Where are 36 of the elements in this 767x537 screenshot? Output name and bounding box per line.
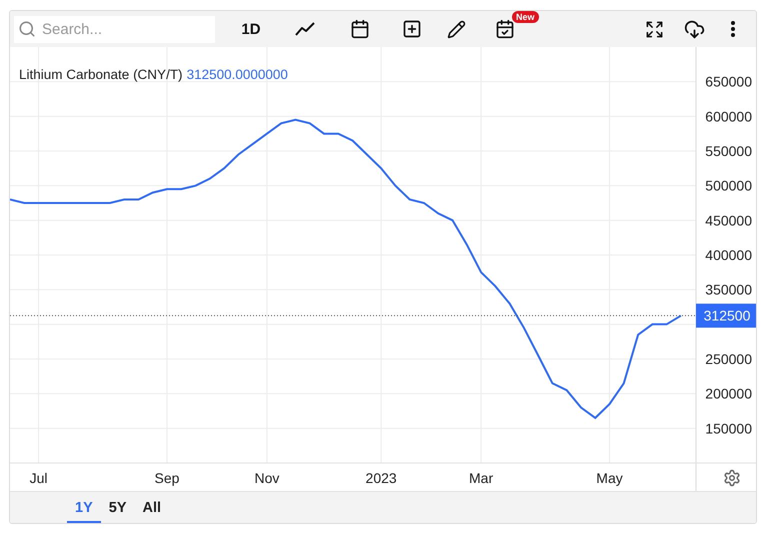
y-axis-label: 350000 bbox=[705, 282, 752, 298]
cloud-download-icon bbox=[684, 18, 704, 40]
y-axis-label: 250000 bbox=[705, 351, 752, 367]
y-axis-label: 400000 bbox=[705, 247, 752, 263]
search-box[interactable]: Search... bbox=[14, 16, 215, 42]
y-axis-label: 550000 bbox=[705, 143, 752, 159]
x-axis-label: 2023 bbox=[366, 470, 397, 486]
new-badge: New bbox=[512, 11, 539, 23]
y-axis-label: 200000 bbox=[705, 386, 752, 402]
y-axis-label: 500000 bbox=[705, 178, 752, 194]
line-chart-icon bbox=[295, 22, 315, 36]
chart-title: Lithium Carbonate (CNY/T) 312500.0000000 bbox=[19, 67, 288, 82]
y-axis-label: 650000 bbox=[705, 74, 752, 90]
more-icon bbox=[731, 21, 735, 37]
calendar-check-icon bbox=[495, 19, 515, 39]
search-icon bbox=[18, 20, 36, 38]
y-axis-label: 150000 bbox=[705, 420, 752, 436]
x-axis-label: Nov bbox=[254, 470, 280, 486]
x-axis-label: May bbox=[596, 470, 623, 486]
settings-icon bbox=[723, 469, 741, 487]
plus-square-icon bbox=[402, 19, 422, 39]
price-tag: 312500 bbox=[696, 304, 756, 328]
calendar-icon bbox=[350, 19, 370, 39]
range-tab[interactable]: 1Y bbox=[67, 494, 101, 523]
x-axis-label: Mar bbox=[469, 470, 494, 486]
interval-button[interactable]: 1D bbox=[235, 14, 267, 44]
expand-icon bbox=[644, 20, 664, 38]
x-axis-label: Jul bbox=[30, 470, 48, 486]
search-field[interactable]: Search... bbox=[40, 20, 204, 38]
range-tab[interactable]: All bbox=[134, 494, 170, 523]
range-tab[interactable]: 5Y bbox=[100, 494, 134, 523]
y-axis-label: 450000 bbox=[705, 212, 752, 228]
x-axis-label: Sep bbox=[154, 470, 180, 486]
y-axis-label: 600000 bbox=[705, 108, 752, 124]
last-value: 312500.0000000 bbox=[186, 67, 288, 82]
pencil-icon bbox=[446, 20, 466, 38]
